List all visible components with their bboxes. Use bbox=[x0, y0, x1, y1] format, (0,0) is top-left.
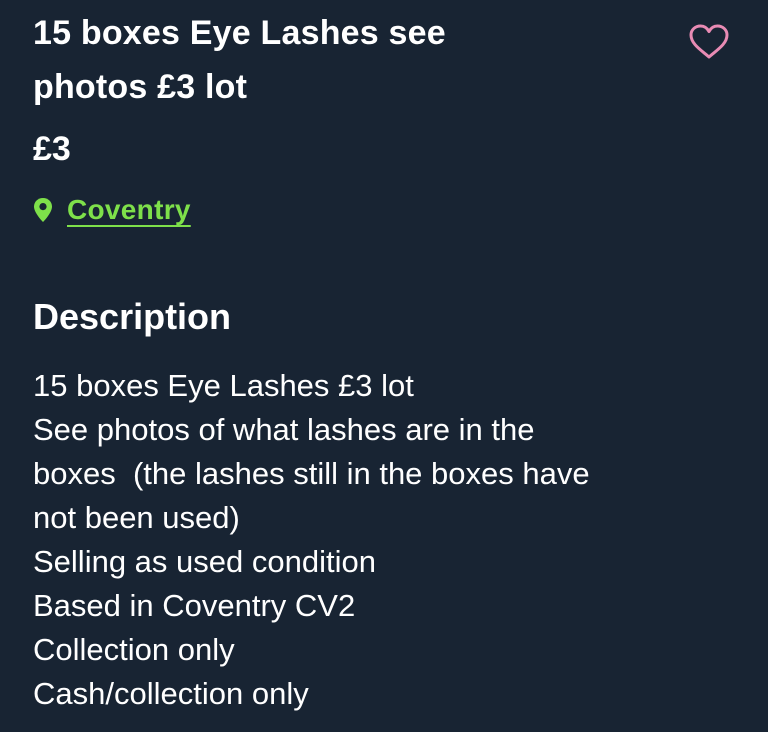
description-body: 15 boxes Eye Lashes £3 lot See photos of… bbox=[33, 364, 733, 716]
description-line: 15 boxes Eye Lashes £3 lot bbox=[33, 368, 414, 403]
map-pin-icon bbox=[34, 198, 52, 222]
favorite-button[interactable] bbox=[686, 22, 732, 62]
description-line: Cash/collection only bbox=[33, 676, 309, 711]
description-line: Selling as used condition bbox=[33, 544, 376, 579]
heart-outline-icon bbox=[689, 24, 729, 59]
description-line: See photos of what lashes are in the bbox=[33, 412, 535, 447]
description-line: boxes (the lashes still in the boxes hav… bbox=[33, 456, 590, 491]
listing-title: 15 boxes Eye Lashes see photos £3 lot bbox=[33, 6, 633, 114]
listing-title-line-2: photos £3 lot bbox=[33, 68, 248, 106]
description-heading: Description bbox=[33, 296, 232, 337]
description-line: Collection only bbox=[33, 632, 235, 667]
location-link[interactable]: Coventry bbox=[67, 194, 191, 226]
listing-location: Coventry bbox=[33, 190, 191, 230]
listing-price: £3 bbox=[33, 130, 71, 168]
listing-title-line-1: 15 boxes Eye Lashes see bbox=[33, 14, 446, 52]
description-line: not been used) bbox=[33, 500, 240, 535]
listing-detail-page: 15 boxes Eye Lashes see photos £3 lot £3… bbox=[0, 0, 768, 732]
description-line: Based in Coventry CV2 bbox=[33, 588, 356, 623]
